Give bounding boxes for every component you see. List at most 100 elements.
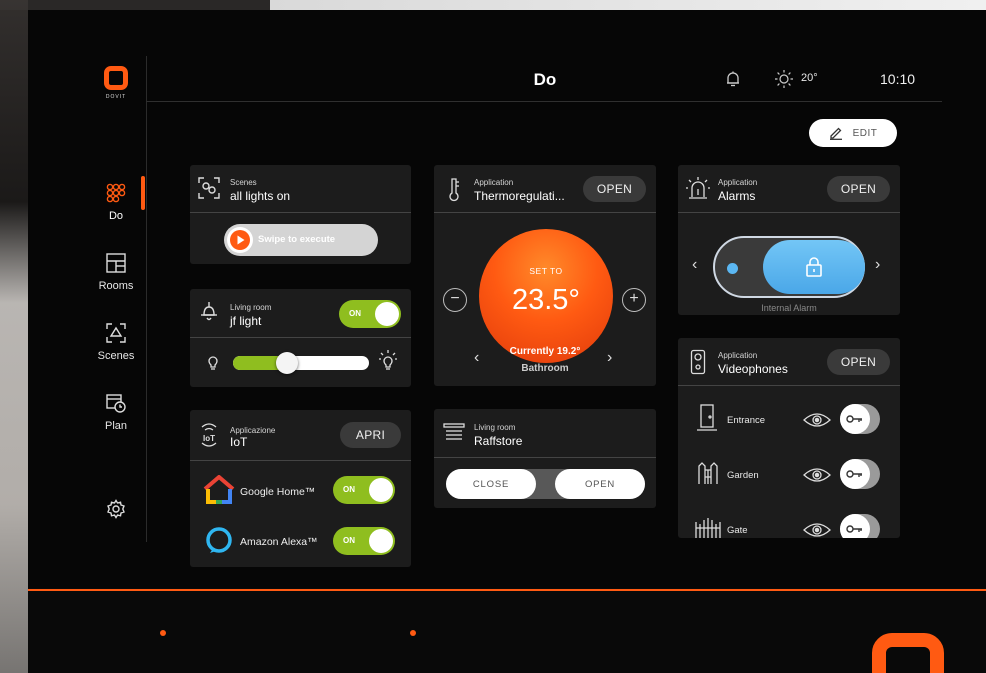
- door-icon: [697, 404, 717, 431]
- raffstore-close-button[interactable]: CLOSE: [446, 469, 536, 499]
- sidebar-item-do[interactable]: Do: [94, 182, 138, 222]
- card-header: [434, 409, 656, 458]
- gate-icon: [695, 518, 721, 538]
- card-title: Videophones: [718, 362, 788, 376]
- amazon-alexa-toggle[interactable]: ON: [333, 527, 395, 555]
- decrease-temperature-button[interactable]: −: [443, 288, 467, 312]
- setpoint-value: 23.5°: [511, 284, 581, 316]
- room-label: Living room: [230, 303, 272, 312]
- gear-icon[interactable]: [106, 499, 126, 519]
- alarms-open-button[interactable]: OPEN: [827, 176, 890, 202]
- eye-icon[interactable]: [803, 466, 831, 484]
- play-icon: [230, 230, 250, 250]
- alarm-arm-slider[interactable]: [713, 236, 865, 298]
- eye-icon[interactable]: [803, 521, 831, 538]
- sun-icon: [775, 70, 793, 88]
- google-home-icon: [203, 475, 235, 504]
- videophones-card: Application Videophones OPEN Entrance Ga…: [678, 338, 900, 538]
- chevron-right-icon[interactable]: ›: [875, 256, 880, 274]
- sidebar-divider: [146, 56, 147, 542]
- scenes-card: Scenes all lights on Swipe to execute: [190, 165, 411, 264]
- room-label: Bathroom: [521, 363, 569, 374]
- unlock-garden-button[interactable]: [840, 459, 880, 489]
- card-category: Applicazione: [230, 426, 276, 435]
- thermo-open-button[interactable]: OPEN: [583, 176, 646, 202]
- videophones-open-button[interactable]: OPEN: [827, 349, 890, 375]
- bell-icon[interactable]: [724, 70, 742, 88]
- sidebar-item-rooms[interactable]: Rooms: [94, 252, 138, 292]
- scenes-icon: [198, 177, 220, 199]
- toggle-knob: [369, 478, 393, 502]
- toggle-label: ON: [343, 485, 355, 494]
- swipe-knob[interactable]: [227, 227, 253, 253]
- card-title: jf light: [230, 314, 262, 328]
- card-header: [190, 165, 411, 213]
- iot-open-button[interactable]: APRI: [340, 422, 401, 448]
- card-category: Application: [718, 178, 758, 187]
- background-wall: [0, 0, 270, 10]
- edit-button[interactable]: EDIT: [809, 119, 897, 147]
- key-icon: [846, 470, 862, 478]
- pencil-icon: [829, 127, 842, 140]
- toggle-knob: [369, 529, 393, 553]
- setpoint-dial[interactable]: SET TO 23.5°: [479, 229, 613, 363]
- bulb-high-icon: [379, 350, 397, 370]
- toggle-label: ON: [349, 309, 361, 318]
- device-logo: [872, 633, 944, 673]
- light-toggle[interactable]: ON: [339, 300, 401, 328]
- service-name: Amazon Alexa™: [240, 536, 318, 548]
- sidebar-item-label: Rooms: [98, 280, 134, 292]
- brightness-slider[interactable]: [233, 352, 369, 374]
- iot-icon: IoT: [201, 423, 217, 447]
- edit-label: EDIT: [852, 127, 878, 139]
- bezel-accent-line: [28, 589, 986, 591]
- toggle-knob: [840, 459, 870, 489]
- toggle-knob: [840, 404, 870, 434]
- bezel-led: [160, 630, 166, 636]
- list-item: Entrance: [678, 400, 900, 444]
- unlock-gate-button[interactable]: [840, 514, 880, 538]
- sidebar-item-label: Scenes: [97, 350, 135, 362]
- eye-icon[interactable]: [803, 411, 831, 429]
- card-title: Alarms: [718, 189, 756, 203]
- service-name: Google Home™: [240, 486, 316, 498]
- alarm-siren-icon: [686, 177, 710, 199]
- sidebar-item-plan[interactable]: Plan: [94, 392, 138, 432]
- alarm-status-dot: [727, 263, 738, 274]
- page-title: Do: [533, 70, 557, 89]
- alarm-knob[interactable]: [763, 240, 865, 294]
- alarms-card: Application Alarms OPEN ‹ › Internal Ala…: [678, 165, 900, 315]
- background-wall-top: [270, 0, 986, 10]
- calendar-clock-icon: [106, 394, 126, 413]
- brightness-knob[interactable]: [276, 352, 298, 374]
- swipe-to-execute-slider[interactable]: Swipe to execute: [224, 224, 378, 256]
- google-home-toggle[interactable]: ON: [333, 476, 395, 504]
- raffstore-control: CLOSE OPEN: [446, 469, 645, 499]
- sidebar-item-label: Do: [108, 210, 124, 222]
- svg-text:IoT: IoT: [203, 434, 215, 443]
- room-label: Living room: [474, 423, 516, 432]
- entry-name: Entrance: [727, 415, 766, 426]
- sidebar-item-scenes[interactable]: Scenes: [94, 322, 138, 362]
- list-item: Gate: [678, 510, 900, 538]
- set-to-label: SET TO: [529, 266, 563, 276]
- card-category: Application: [718, 351, 758, 360]
- amazon-alexa-icon: [206, 527, 232, 553]
- chevron-right-icon[interactable]: ›: [607, 349, 612, 367]
- card-category: Application: [474, 178, 514, 187]
- increase-temperature-button[interactable]: +: [622, 288, 646, 312]
- toggle-knob: [375, 302, 399, 326]
- card-title: Raffstore: [474, 434, 523, 448]
- toggle-label: ON: [343, 536, 355, 545]
- current-temperature: Currently 19.2°: [509, 346, 581, 357]
- key-icon: [846, 415, 862, 423]
- raffstore-open-button[interactable]: OPEN: [555, 469, 645, 499]
- scenes-icon: [106, 323, 126, 343]
- sidebar-item-label: Plan: [104, 420, 128, 432]
- floorplan-icon: [106, 253, 126, 273]
- card-title: all lights on: [230, 189, 291, 203]
- blinds-icon: [443, 423, 465, 440]
- chevron-left-icon[interactable]: ‹: [692, 256, 697, 274]
- unlock-entrance-button[interactable]: [840, 404, 880, 434]
- ceiling-lamp-icon: [201, 302, 217, 321]
